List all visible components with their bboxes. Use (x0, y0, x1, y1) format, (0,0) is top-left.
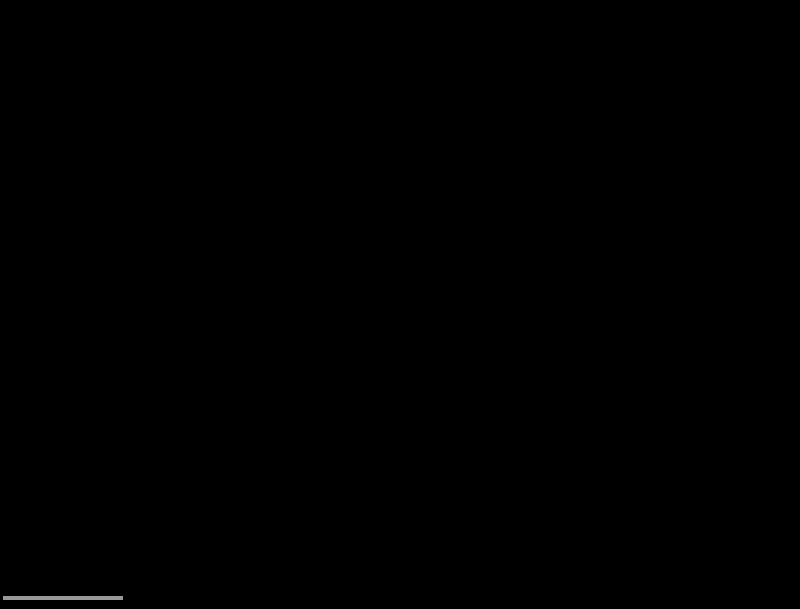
time-coverage-bar (3, 596, 123, 600)
cassini-mimi-plot (0, 0, 800, 609)
grid-layer (0, 0, 800, 609)
